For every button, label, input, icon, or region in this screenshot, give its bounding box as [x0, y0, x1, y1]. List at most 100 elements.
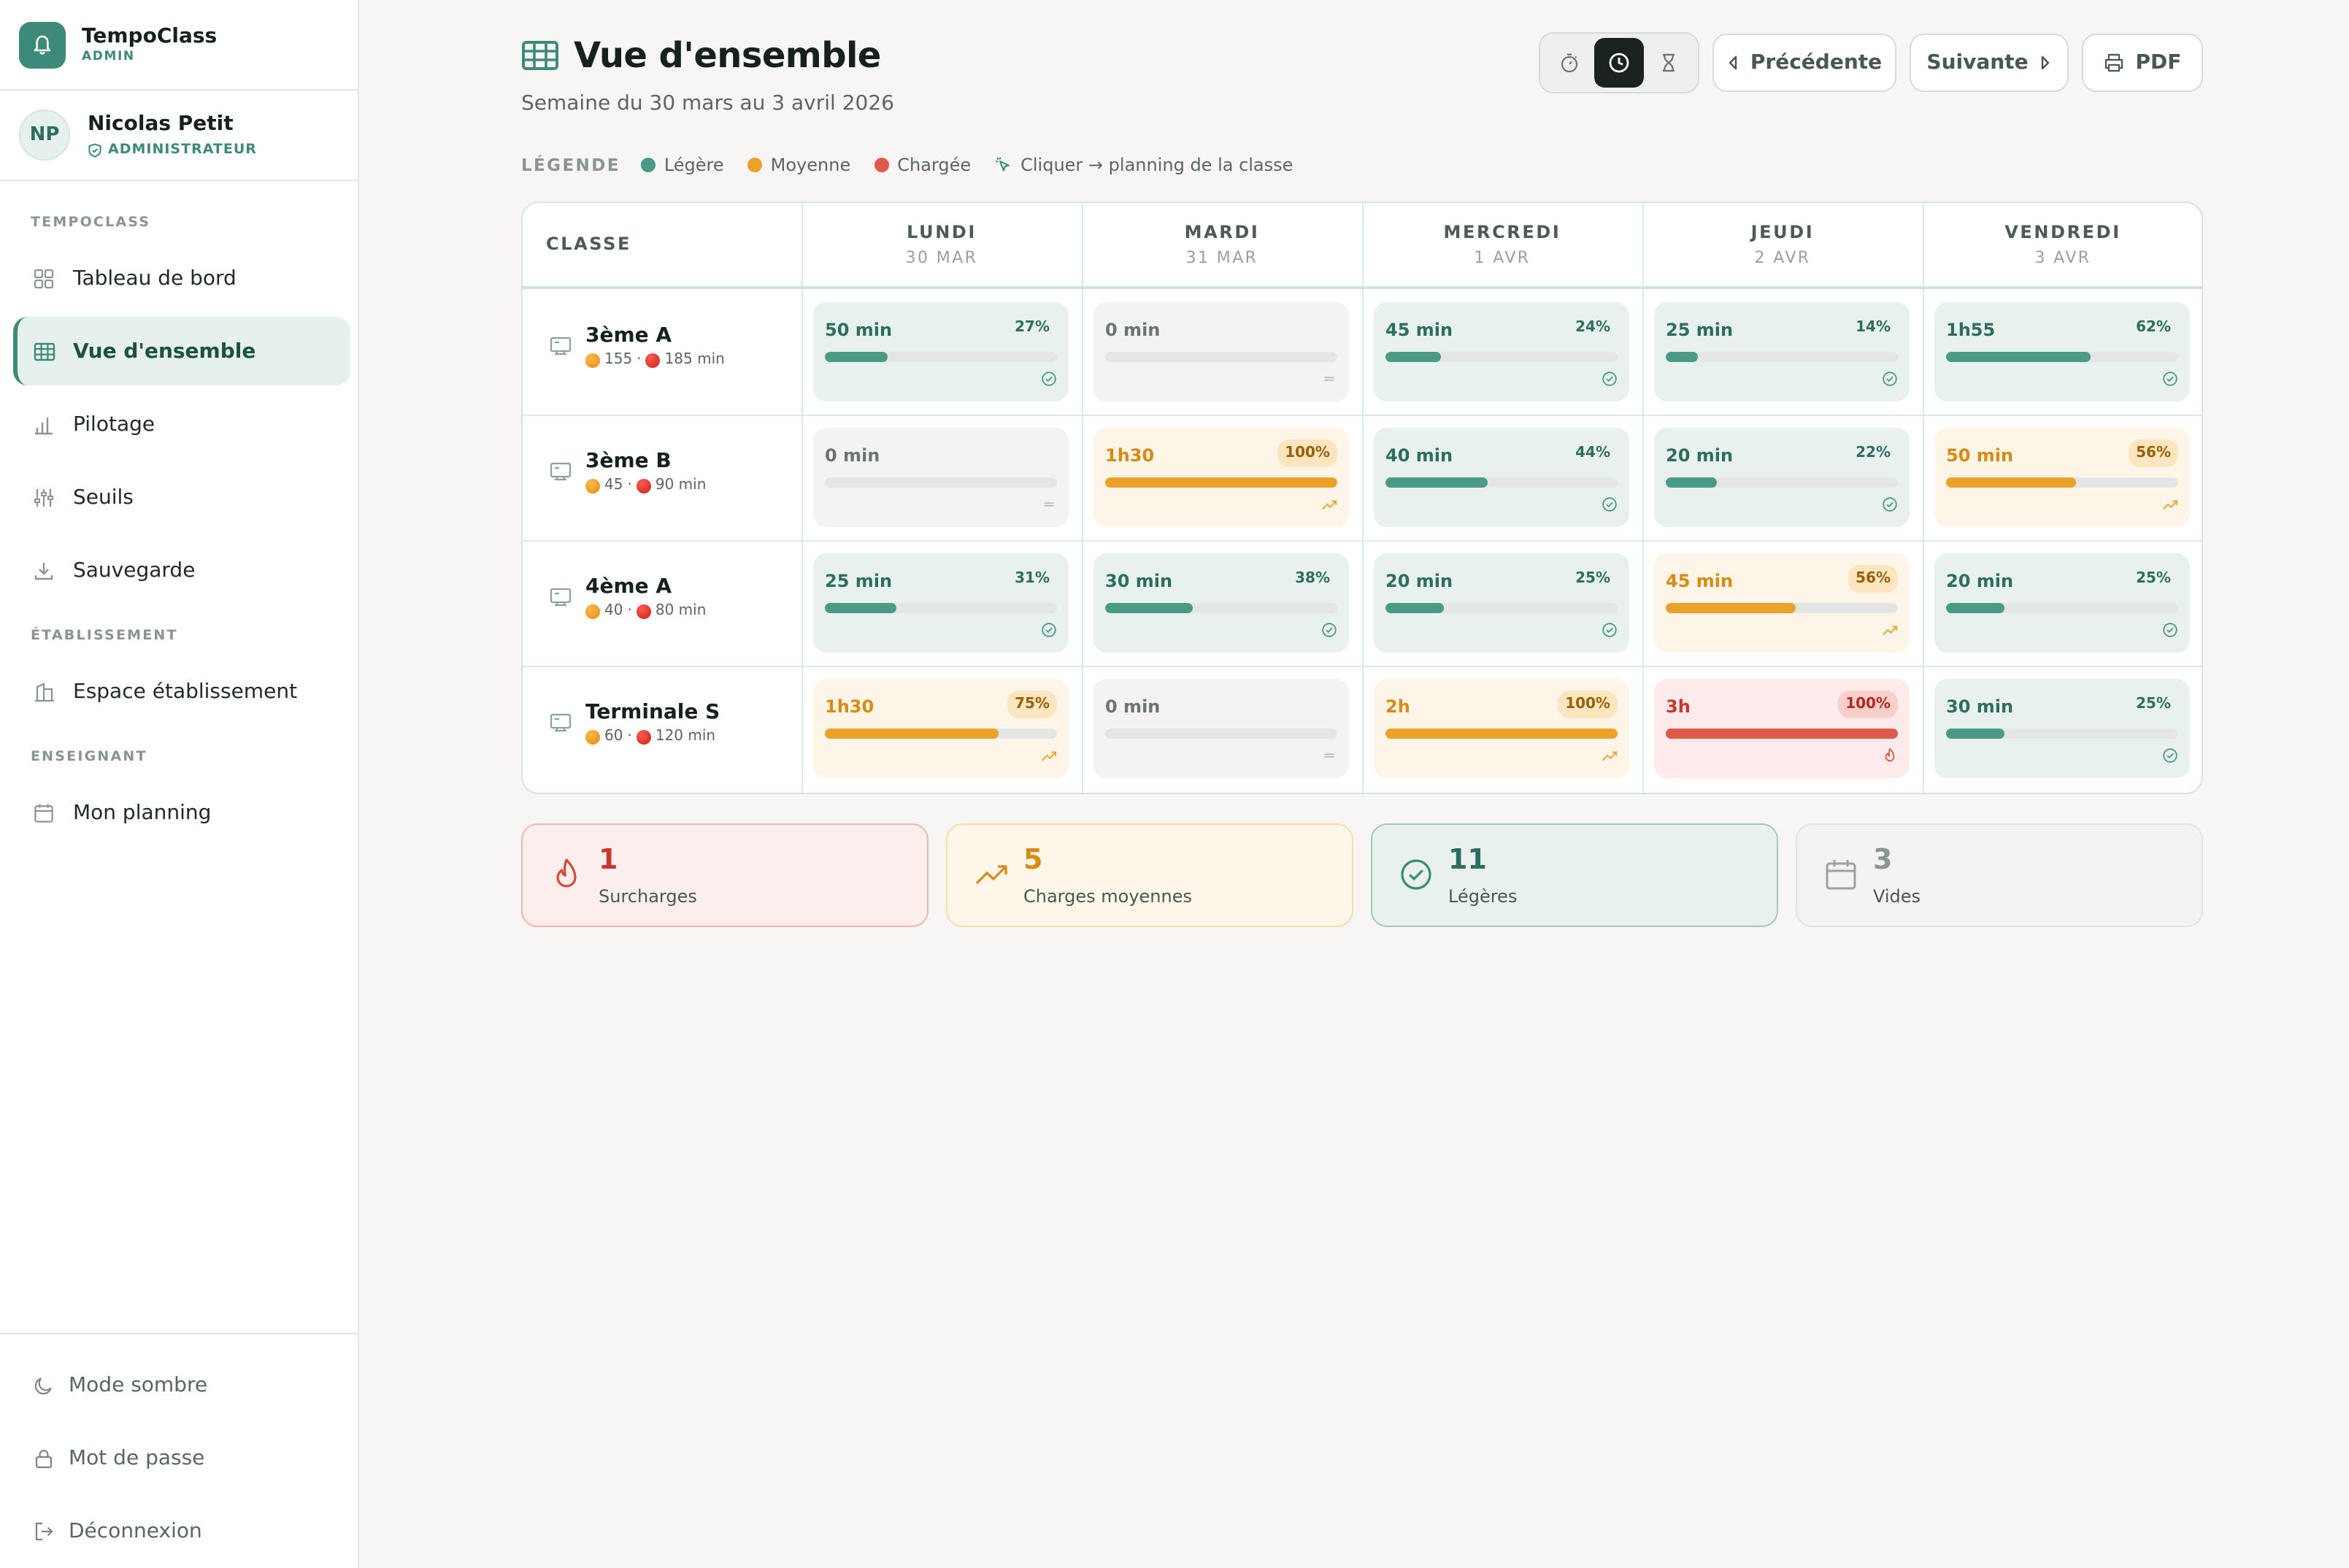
user-name: Nicolas Petit [88, 112, 234, 136]
status-indicator [1039, 746, 1057, 764]
load-cell[interactable]: 3h 100% [1654, 679, 1910, 778]
day-name: LUNDI [907, 222, 977, 242]
class-column-header: CLASSE [546, 234, 631, 254]
hourglass-icon[interactable] [1644, 38, 1693, 88]
summary-label: Légères [1448, 886, 1518, 907]
load-value: 25 min [825, 571, 893, 591]
day-date: 30 MAR [905, 248, 978, 267]
class-row-label[interactable]: 3ème A 155 · 185 min [549, 324, 725, 368]
load-percent: 44% [1575, 445, 1610, 461]
load-bar-fill [1385, 352, 1442, 362]
load-bar-fill [1105, 477, 1337, 488]
trending-up-icon [1041, 750, 1056, 761]
logout-link[interactable]: Déconnexion [32, 1520, 202, 1543]
load-value: 45 min [1666, 571, 1734, 591]
pdf-button[interactable]: PDF [2082, 34, 2203, 92]
summary-card-medium: 5 Charges moyennes [946, 823, 1353, 927]
nav-section-enseignant: ENSEIGNANT [31, 749, 147, 765]
class-info: Terminale S 60 · 120 min [585, 701, 720, 745]
load-percent: 100% [1277, 439, 1337, 467]
load-bar [1946, 729, 2178, 739]
status-indicator [2161, 620, 2178, 638]
load-bar-fill [1666, 477, 1717, 488]
load-value: 30 min [1105, 571, 1173, 591]
legend-hint-label: Cliquer → planning de la classe [1020, 155, 1293, 175]
check-circle-icon [1321, 622, 1336, 637]
load-cell[interactable]: 0 min [1093, 679, 1349, 778]
column-divider [1642, 203, 1644, 793]
legend-title: LÉGENDE [521, 155, 620, 175]
load-percent: 27% [1015, 320, 1050, 336]
load-value: 0 min [1105, 696, 1161, 717]
legend-medium: Moyenne [747, 155, 850, 175]
load-cell[interactable]: 20 min 25% [1934, 553, 2190, 653]
previous-week-button[interactable]: Précédente [1712, 34, 1896, 92]
load-cell[interactable]: 45 min 24% [1374, 302, 1629, 401]
stopwatch-icon[interactable] [1545, 38, 1594, 88]
sidebar-item-seuils[interactable]: Seuils [13, 463, 350, 531]
load-cell[interactable]: 1h55 62% [1934, 302, 2190, 401]
heavy-threshold: 90 min [655, 477, 707, 493]
status-indicator [1600, 369, 1618, 387]
load-percent: 75% [1007, 691, 1057, 718]
load-bar [1666, 729, 1898, 739]
chevron-left-icon [1729, 55, 1737, 70]
class-row-label[interactable]: Terminale S 60 · 120 min [549, 701, 720, 745]
load-cell[interactable]: 1h30 100% [1093, 428, 1349, 527]
status-indicator [1039, 495, 1057, 512]
minus-icon [1043, 501, 1053, 506]
load-bar-fill [1385, 729, 1618, 739]
load-cell[interactable]: 25 min 31% [813, 553, 1069, 653]
load-cell[interactable]: 25 min 14% [1654, 302, 1910, 401]
class-row-label[interactable]: 4ème A 40 · 80 min [549, 575, 706, 619]
load-bar-fill [1946, 477, 2077, 488]
sidebar-item-sauvegarde[interactable]: Sauvegarde [13, 536, 350, 604]
legend-hint: Cliquer → planning de la classe [994, 155, 1293, 175]
column-divider [1082, 203, 1083, 793]
next-week-button[interactable]: Suivante [1910, 34, 2069, 92]
next-label: Suivante [1926, 51, 2029, 74]
clock-icon[interactable] [1594, 38, 1644, 88]
load-cell[interactable]: 30 min 38% [1093, 553, 1349, 653]
load-cell[interactable]: 45 min 56% [1654, 553, 1910, 653]
load-cell[interactable]: 0 min [1093, 302, 1349, 401]
password-link[interactable]: Mot de passe [32, 1447, 204, 1470]
load-cell[interactable]: 0 min [813, 428, 1069, 527]
class-row-label[interactable]: 3ème B 45 · 90 min [549, 450, 706, 493]
load-value: 3h [1666, 696, 1691, 717]
sidebar-item-pilotage[interactable]: Pilotage [13, 390, 350, 458]
row-divider [523, 540, 2202, 542]
legend: LÉGENDE Légère Moyenne Chargée Cliquer →… [521, 155, 1316, 175]
separator: · [627, 729, 632, 745]
class-name: 3ème A [585, 324, 672, 347]
load-bar-fill [1946, 352, 2091, 362]
table-icon [32, 339, 55, 363]
dark-mode-toggle[interactable]: Mode sombre [32, 1374, 207, 1397]
load-value: 2h [1385, 696, 1410, 717]
class-thresholds: 155 · 185 min [585, 352, 725, 368]
load-cell[interactable]: 50 min 27% [813, 302, 1069, 401]
load-cell[interactable]: 20 min 22% [1654, 428, 1910, 527]
status-indicator [1320, 620, 1337, 638]
load-cell[interactable]: 30 min 25% [1934, 679, 2190, 778]
load-cell[interactable]: 50 min 56% [1934, 428, 2190, 527]
sidebar-item-overview[interactable]: Vue d'ensemble [13, 317, 350, 385]
user-role-label: ADMINISTRATEUR [108, 142, 257, 158]
separator: · [627, 603, 632, 619]
column-divider [1923, 203, 1924, 793]
sidebar-item-dashboard[interactable]: Tableau de bord [13, 244, 350, 312]
sidebar-item-label: Sauvegarde [73, 558, 196, 582]
load-cell[interactable]: 2h 100% [1374, 679, 1629, 778]
load-cell[interactable]: 40 min 44% [1374, 428, 1629, 527]
sidebar-item-mon-planning[interactable]: Mon planning [13, 778, 350, 847]
calendar-icon [32, 801, 55, 824]
sidebar-item-espace-etablissement[interactable]: Espace établissement [13, 657, 350, 726]
load-bar [1385, 729, 1618, 739]
medium-threshold: 45 [604, 477, 623, 493]
status-indicator [1320, 369, 1337, 387]
load-cell[interactable]: 1h30 75% [813, 679, 1069, 778]
status-indicator [1880, 620, 1898, 638]
day-header: JEUDI 2 AVR [1642, 203, 1923, 289]
load-cell[interactable]: 20 min 25% [1374, 553, 1629, 653]
sidebar-item-label: Espace établissement [73, 680, 298, 703]
